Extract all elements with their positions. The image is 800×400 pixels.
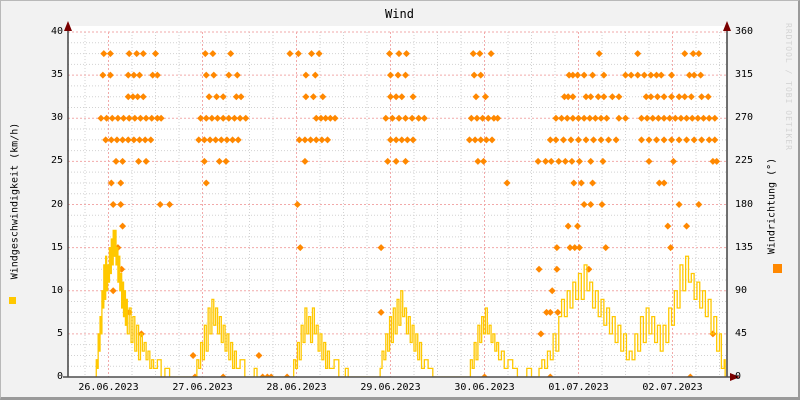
left-axis-tick-25: 25 <box>50 155 63 167</box>
x-axis-date-label: 02.07.2023 <box>642 382 703 393</box>
right-axis-tick-90: 90 <box>735 284 748 296</box>
left-axis-tick-10: 10 <box>50 284 63 296</box>
right-axis-tick-45: 45 <box>735 327 748 339</box>
x-axis-date-label: 29.06.2023 <box>360 382 421 393</box>
left-axis-tick-15: 15 <box>50 241 63 253</box>
right-axis-label: Windrichtung (°) <box>766 157 778 255</box>
right-axis-tick-135: 135 <box>735 241 754 253</box>
left-axis-tick-40: 40 <box>50 26 63 37</box>
x-axis-date-label: 26.06.2023 <box>78 382 139 393</box>
left-axis-tick-5: 5 <box>56 327 63 339</box>
wind-chart-plot <box>63 21 740 381</box>
wind-chart-window: Wind Windgeschwindigkeit (km/h) Windrich… <box>0 0 800 400</box>
x-axis-date-label: 01.07.2023 <box>548 382 609 393</box>
left-axis-tick-30: 30 <box>50 112 63 124</box>
right-axis-tick-0: 0 <box>735 371 742 382</box>
right-axis-tick-315: 315 <box>735 69 754 81</box>
x-axis-date-label: 28.06.2023 <box>266 382 327 393</box>
left-axis-tick-35: 35 <box>50 69 63 81</box>
right-axis-tick-225: 225 <box>735 155 754 167</box>
left-axis-tick-0: 0 <box>56 371 63 382</box>
left-axis-label: Windgeschwindigkeit (km/h) <box>9 122 21 280</box>
right-axis-tick-270: 270 <box>735 112 754 124</box>
right-axis-tick-360: 360 <box>735 26 754 37</box>
chart-title: Wind <box>385 7 414 21</box>
direction-legend-swatch <box>773 264 782 273</box>
left-axis-tick-20: 20 <box>50 198 63 210</box>
speed-legend-swatch <box>9 297 16 304</box>
right-axis-tick-180: 180 <box>735 198 754 210</box>
x-axis-date-label: 27.06.2023 <box>172 382 233 393</box>
rrdtool-watermark: RRDTOOL / TOBI OETIKER <box>784 23 793 151</box>
x-axis-date-label: 30.06.2023 <box>454 382 515 393</box>
